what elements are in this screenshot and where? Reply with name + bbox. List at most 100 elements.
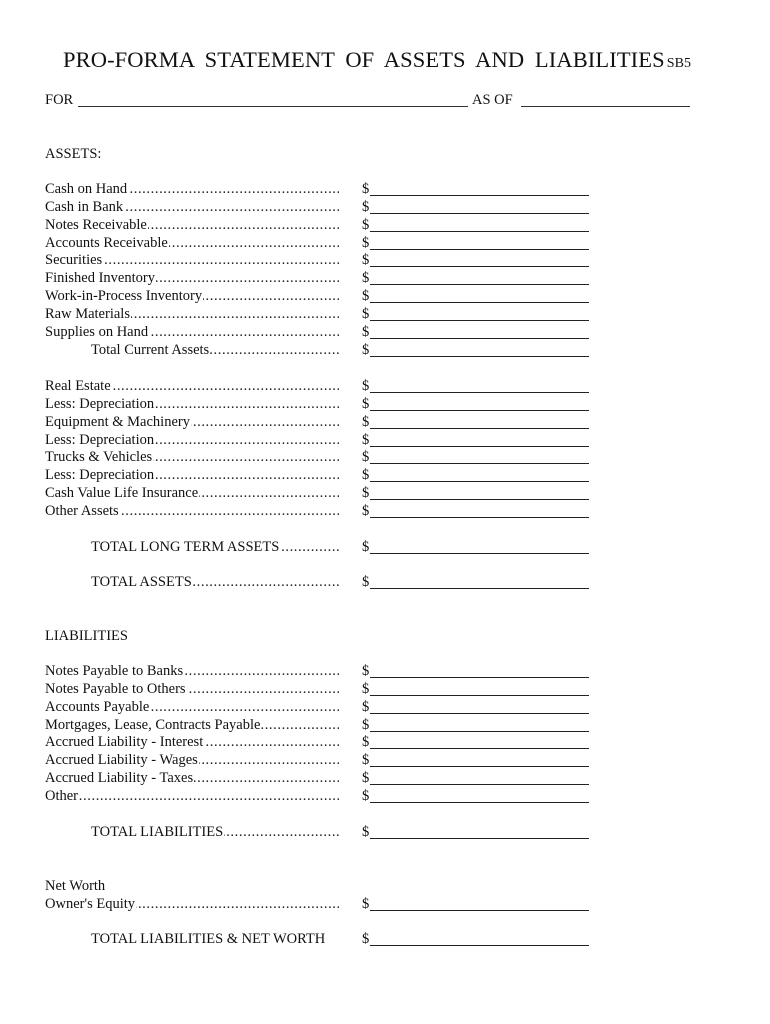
dollar-sign: $ — [362, 574, 370, 590]
liabilities-heading: LIABILITIES — [45, 628, 128, 644]
amount-field[interactable] — [370, 766, 589, 767]
line-item-label: Cash on Hand............................… — [45, 180, 339, 198]
dollar-sign: $ — [362, 663, 370, 679]
line-item-text: Accrued Liability - Wages — [45, 752, 199, 768]
dollar-sign: $ — [362, 467, 370, 483]
current-asset-row: Work-in-Process Inventory...............… — [45, 287, 605, 305]
line-item-text: Securities — [45, 252, 104, 268]
amount-field[interactable] — [370, 677, 589, 678]
line-item-text: Other — [45, 788, 80, 804]
for-label: FOR — [45, 92, 74, 108]
line-item-text: Finished Inventory — [45, 270, 156, 286]
line-item-label: Accrued Liability - Interest............… — [45, 733, 339, 751]
amount-field[interactable] — [370, 838, 589, 839]
liability-row: Notes Payable to Others.................… — [45, 680, 605, 698]
as-of-label: AS OF — [472, 92, 513, 108]
line-item-label: Notes Payable to Others.................… — [45, 680, 339, 698]
form-code: SB5 — [666, 56, 692, 71]
line-item-text: TOTAL LIABILITIES — [91, 824, 225, 840]
dollar-sign: $ — [362, 734, 370, 750]
dollar-sign: $ — [362, 181, 370, 197]
amount-field[interactable] — [370, 481, 589, 482]
amount-field[interactable] — [370, 231, 589, 232]
line-item-text: Total Current Assets — [91, 342, 211, 358]
liability-row: Mortgages, Lease, Contracts Payable.....… — [45, 716, 605, 734]
dollar-sign: $ — [362, 824, 370, 840]
amount-field[interactable] — [370, 748, 589, 749]
liability-row: Other...................................… — [45, 787, 605, 805]
amount-field[interactable] — [370, 320, 589, 321]
current-asset-row: Securities..............................… — [45, 251, 605, 269]
line-item-label: Equipment & Machinery...................… — [45, 413, 339, 431]
line-item-text: Trucks & Vehicles — [45, 449, 154, 465]
line-item-label: Accrued Liability - Taxes...............… — [45, 769, 339, 787]
line-item-label: Accounts Receivable.....................… — [45, 234, 339, 252]
amount-field[interactable] — [370, 338, 589, 339]
amount-field[interactable] — [370, 356, 589, 357]
current-asset-row: Finished Inventory......................… — [45, 269, 605, 287]
line-item-text: Notes Receivable — [45, 217, 148, 233]
as-of-field[interactable] — [521, 106, 690, 107]
amount-field[interactable] — [370, 410, 589, 411]
amount-field[interactable] — [370, 731, 589, 732]
amount-field[interactable] — [370, 517, 589, 518]
line-item-text: Accounts Payable — [45, 699, 151, 715]
line-item-text: Cash on Hand — [45, 181, 129, 197]
dollar-sign: $ — [362, 252, 370, 268]
line-item-label: Mortgages, Lease, Contracts Payable.....… — [45, 716, 339, 734]
amount-field[interactable] — [370, 713, 589, 714]
line-item-text: Notes Payable to Others — [45, 681, 187, 697]
dollar-sign: $ — [362, 432, 370, 448]
amount-field[interactable] — [370, 588, 589, 589]
line-item-text: Raw Materials — [45, 306, 131, 322]
amount-field[interactable] — [370, 284, 589, 285]
line-item-label: Notes Receivable........................… — [45, 216, 339, 234]
dollar-sign: $ — [362, 681, 370, 697]
dollar-sign: $ — [362, 235, 370, 251]
line-item-label: Raw Materials...........................… — [45, 305, 339, 323]
long-term-asset-row: Less: Depreciation......................… — [45, 431, 605, 449]
total-assets-row: TOTAL ASSETS............................… — [45, 573, 605, 591]
line-item-text: Equipment & Machinery — [45, 414, 191, 430]
long-term-asset-row: Equipment & Machinery...................… — [45, 413, 605, 431]
line-item-label: Supplies on Hand........................… — [45, 323, 339, 341]
dollar-sign: $ — [362, 378, 370, 394]
amount-field[interactable] — [370, 302, 589, 303]
line-item-text: Notes Payable to Banks — [45, 663, 185, 679]
amount-field[interactable] — [370, 392, 589, 393]
line-item-text: Real Estate — [45, 378, 112, 394]
amount-field[interactable] — [370, 446, 589, 447]
amount-field[interactable] — [370, 249, 589, 250]
title-text: PRO-FORMA STATEMENT OF ASSETS AND LIABIL… — [63, 47, 665, 72]
line-item-label: TOTAL LIABILITIES & NET WORTH...........… — [91, 930, 339, 948]
current-asset-row: Supplies on Hand........................… — [45, 323, 605, 341]
amount-field[interactable] — [370, 499, 589, 500]
line-item-text: Accounts Receivable — [45, 235, 169, 251]
line-item-text: Cash in Bank — [45, 199, 125, 215]
amount-field[interactable] — [370, 266, 589, 267]
amount-field[interactable] — [370, 784, 589, 785]
dollar-sign: $ — [362, 717, 370, 733]
amount-field[interactable] — [370, 195, 589, 196]
dollar-sign: $ — [362, 931, 370, 947]
amount-field[interactable] — [370, 910, 589, 911]
liability-row: Accounts Payable........................… — [45, 698, 605, 716]
amount-field[interactable] — [370, 213, 589, 214]
line-item-text: Work-in-Process Inventory — [45, 288, 204, 304]
current-asset-row: Notes Receivable........................… — [45, 216, 605, 234]
current-asset-row: Accounts Receivable.....................… — [45, 234, 605, 252]
line-item-text: Less: Depreciation — [45, 432, 156, 448]
line-item-text: Less: Depreciation — [45, 396, 156, 412]
amount-field[interactable] — [370, 428, 589, 429]
amount-field[interactable] — [370, 553, 589, 554]
assets-heading: ASSETS: — [45, 146, 102, 162]
for-field[interactable] — [78, 106, 468, 107]
amount-field[interactable] — [370, 945, 589, 946]
line-item-label: Other...................................… — [45, 787, 339, 805]
amount-field[interactable] — [370, 695, 589, 696]
liability-row: Accrued Liability - Taxes...............… — [45, 769, 605, 787]
amount-field[interactable] — [370, 802, 589, 803]
dollar-sign: $ — [362, 324, 370, 340]
document-title: PRO-FORMA STATEMENT OF ASSETS AND LIABIL… — [63, 45, 691, 79]
amount-field[interactable] — [370, 463, 589, 464]
